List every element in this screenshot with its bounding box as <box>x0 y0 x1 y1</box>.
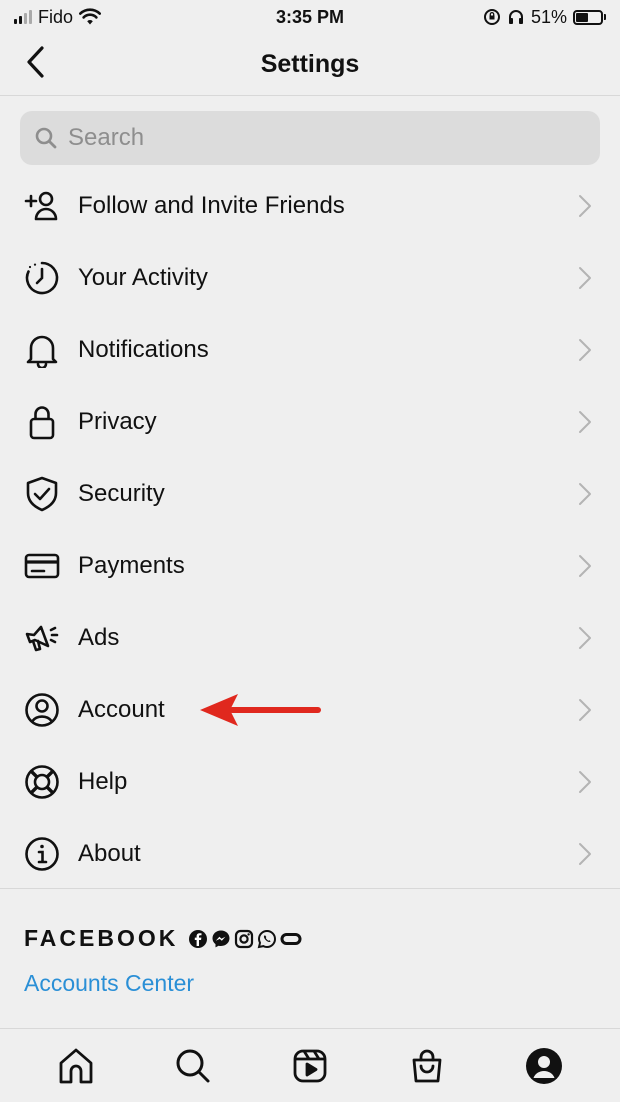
tab-home[interactable] <box>54 1044 98 1088</box>
status-right: 51% <box>483 7 606 28</box>
menu-item-privacy[interactable]: Privacy <box>0 386 620 458</box>
signal-icon <box>14 10 32 24</box>
reels-icon <box>293 1049 327 1082</box>
profile-icon <box>525 1047 562 1084</box>
activity-clock-icon <box>22 258 62 298</box>
battery-percent: 51% <box>530 6 567 27</box>
lock-icon <box>22 402 62 442</box>
menu-label: Notifications <box>78 336 209 363</box>
status-bar: Fido 3:35 PM 51% <box>0 0 620 34</box>
carrier-name: Fido <box>38 6 74 27</box>
battery-icon <box>573 9 606 25</box>
card-icon <box>22 546 62 586</box>
menu-label: Help <box>78 768 128 795</box>
bell-icon <box>22 330 62 370</box>
home-icon <box>59 1048 93 1083</box>
chevron-right-icon <box>579 555 591 577</box>
chevron-right-icon <box>579 843 591 865</box>
messenger-icon <box>212 930 230 947</box>
status-left: Fido <box>14 6 102 28</box>
user-circle-icon <box>22 690 62 730</box>
menu-item-your-activity[interactable]: Your Activity <box>0 242 620 314</box>
search-icon <box>176 1049 210 1082</box>
facebook-wordmark: FACEBOOK <box>24 925 179 951</box>
menu-item-ads[interactable]: Ads <box>0 602 620 674</box>
menu-item-security[interactable]: Security <box>0 458 620 530</box>
tab-shop[interactable] <box>405 1044 449 1088</box>
search-bar[interactable] <box>20 111 600 165</box>
menu-label: Ads <box>78 624 120 651</box>
add-person-icon <box>22 186 62 226</box>
search-input[interactable] <box>68 124 568 152</box>
shop-icon <box>412 1049 442 1082</box>
page-title: Settings <box>260 50 360 78</box>
megaphone-icon <box>22 618 62 658</box>
menu-item-help[interactable]: Help <box>0 746 620 818</box>
menu-item-about[interactable]: About <box>0 818 620 890</box>
whatsapp-icon <box>258 929 277 948</box>
orientation-lock-icon <box>483 9 500 25</box>
facebook-row: FACEBOOK <box>24 925 302 952</box>
tab-profile[interactable] <box>522 1044 566 1088</box>
chevron-right-icon <box>579 483 591 505</box>
menu-item-follow-invite[interactable]: Follow and Invite Friends <box>0 170 620 242</box>
chevron-left-icon <box>27 46 44 78</box>
menu-label: Your Activity <box>78 264 208 291</box>
chevron-right-icon <box>579 411 591 433</box>
menu-label: Follow and Invite Friends <box>78 192 345 219</box>
headphones-icon <box>508 10 523 24</box>
menu-label: Payments <box>78 552 185 579</box>
facebook-app-icons <box>188 929 302 949</box>
menu-label: About <box>78 840 141 867</box>
lifebuoy-icon <box>22 762 62 802</box>
portal-icon <box>280 932 302 945</box>
search-icon <box>35 127 57 149</box>
tab-search[interactable] <box>171 1044 215 1088</box>
info-icon <box>22 834 62 874</box>
facebook-icon <box>189 929 208 948</box>
menu-label: Privacy <box>78 408 157 435</box>
section-divider <box>0 888 620 889</box>
instagram-icon <box>235 929 254 948</box>
accounts-center-link[interactable]: Accounts Center <box>24 970 194 997</box>
chevron-right-icon <box>579 627 591 649</box>
header: Settings <box>0 34 620 96</box>
chevron-right-icon <box>579 699 591 721</box>
settings-menu: Follow and Invite Friends Your Activity <box>0 170 620 890</box>
wifi-icon <box>79 8 102 25</box>
shield-check-icon <box>22 474 62 514</box>
chevron-right-icon <box>579 339 591 361</box>
tab-bar <box>0 1028 620 1102</box>
back-button[interactable] <box>18 44 54 80</box>
tab-reels[interactable] <box>288 1044 332 1088</box>
chevron-right-icon <box>579 267 591 289</box>
chevron-right-icon <box>579 771 591 793</box>
chevron-right-icon <box>579 195 591 217</box>
annotation-arrow-icon <box>200 694 321 726</box>
menu-label: Account <box>78 696 165 723</box>
menu-item-notifications[interactable]: Notifications <box>0 314 620 386</box>
menu-label: Security <box>78 480 165 507</box>
menu-item-payments[interactable]: Payments <box>0 530 620 602</box>
